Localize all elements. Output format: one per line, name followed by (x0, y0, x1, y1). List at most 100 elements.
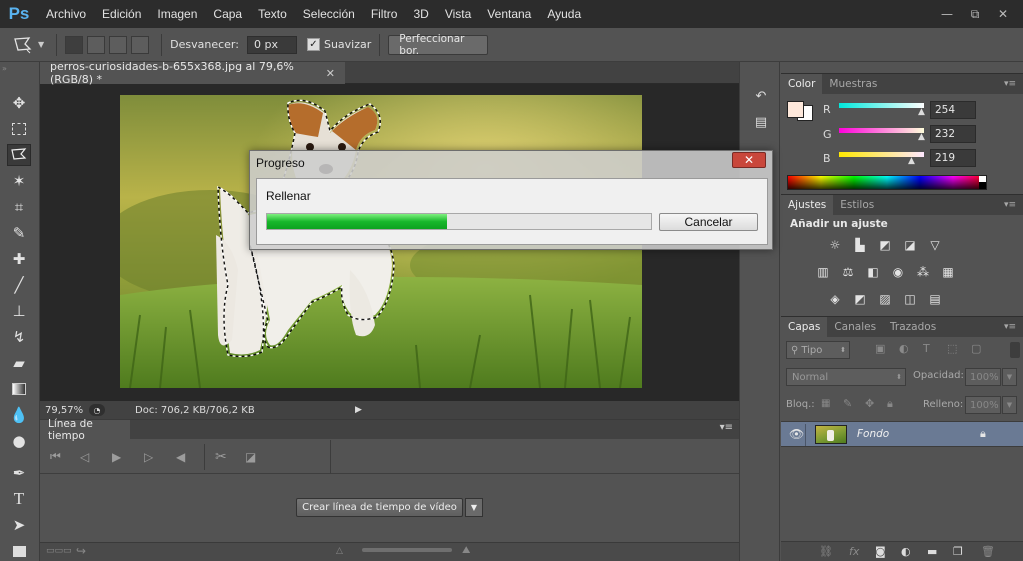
invert-icon[interactable]: ◈ (827, 292, 843, 306)
rectangle-tool-icon[interactable] (7, 540, 31, 561)
cancel-button[interactable]: Cancelar (659, 213, 758, 231)
lock-transparent-icon[interactable]: ▦ (821, 398, 830, 409)
eyedropper-tool-icon[interactable]: ✎ (7, 222, 31, 244)
tab-swatches[interactable]: Muestras (822, 74, 884, 94)
menu-item-3d[interactable]: 3D (405, 0, 436, 28)
lock-all-icon[interactable]: 🔒︎ (887, 397, 893, 411)
zoom-value[interactable]: 79,57% (45, 405, 89, 416)
tab-color[interactable]: Color (781, 74, 823, 94)
add-mask-icon[interactable]: ◙ (875, 545, 886, 558)
menu-item-filtro[interactable]: Filtro (363, 0, 406, 28)
dodge-tool-icon[interactable]: ● (7, 430, 31, 452)
tab-styles[interactable]: Estilos (833, 195, 881, 215)
intersect-selection-icon[interactable] (131, 35, 150, 54)
type-filter-icon[interactable]: T (923, 342, 930, 355)
new-selection-icon[interactable] (65, 35, 84, 54)
next-frame-icon[interactable]: ▷ (144, 450, 176, 464)
menu-item-edicion[interactable]: Edición (94, 0, 149, 28)
subtract-from-selection-icon[interactable] (109, 35, 128, 54)
close-window-button[interactable]: ✕ (989, 4, 1017, 24)
play-icon[interactable]: ▶ (112, 450, 144, 464)
g-slider-handle-icon[interactable]: ▲ (918, 132, 925, 142)
exposure-icon[interactable]: ◪ (902, 238, 918, 252)
timeline-tab[interactable]: Línea de tiempo (40, 418, 130, 442)
r-slider-track[interactable] (839, 103, 924, 108)
tab-adjustments[interactable]: Ajustes (781, 195, 834, 215)
path-selection-tool-icon[interactable]: ➤ (7, 514, 31, 536)
close-tab-icon[interactable]: ✕ (326, 67, 335, 80)
menu-item-capa[interactable]: Capa (205, 0, 250, 28)
color-balance-icon[interactable]: ⚖ (840, 265, 856, 279)
opacity-field[interactable]: 100% (965, 368, 1001, 386)
timeline-type-dropdown-icon[interactable]: ▼ (465, 498, 483, 517)
adjustment-filter-icon[interactable]: ◐ (899, 342, 909, 355)
g-slider-track[interactable] (839, 128, 924, 133)
tab-paths[interactable]: Trazados (883, 317, 943, 337)
link-layers-icon[interactable]: ⛓ (819, 545, 833, 558)
r-slider-handle-icon[interactable]: ▲ (918, 107, 925, 117)
eraser-tool-icon[interactable]: ▰ (7, 352, 31, 374)
vibrance-icon[interactable]: ▥ (815, 265, 831, 279)
opacity-dropdown-icon[interactable]: ▼ (1002, 368, 1017, 386)
menu-item-texto[interactable]: Texto (250, 0, 295, 28)
layers-panel-menu-icon[interactable]: ▾≡ (997, 317, 1023, 337)
dialog-close-button[interactable]: ✕ (732, 152, 766, 168)
b-value-field[interactable]: 219 (930, 149, 976, 167)
color-lookup-icon[interactable]: ▦ (940, 265, 956, 279)
polygonal-lasso-preset-icon[interactable] (8, 34, 38, 56)
add-to-selection-icon[interactable] (87, 35, 106, 54)
lock-position-icon[interactable]: ✥ (865, 397, 874, 410)
healing-brush-tool-icon[interactable]: ✚ (7, 248, 31, 270)
preset-chevron-down-icon[interactable]: ▼ (38, 40, 44, 49)
timeline-zoom-slider[interactable] (362, 548, 452, 552)
new-adjustment-layer-icon[interactable]: ◐ (901, 545, 911, 558)
restore-button[interactable]: ⧉ (961, 4, 989, 24)
threshold-icon[interactable]: ▨ (877, 292, 893, 306)
delete-layer-icon[interactable]: 🗑︎ (981, 545, 995, 558)
magic-wand-tool-icon[interactable]: ✶ (7, 170, 31, 192)
transition-icon[interactable]: ◪ (245, 450, 275, 464)
clone-stamp-tool-icon[interactable]: ⊥ (7, 300, 31, 322)
layer-name[interactable]: Fondo (857, 428, 889, 440)
b-slider-handle-icon[interactable]: ▲ (908, 156, 915, 166)
collapse-icon[interactable]: » (2, 64, 7, 73)
lock-pixels-icon[interactable]: ✎ (843, 397, 852, 410)
layer-filter-kind-select[interactable]: ⚲ Tipo ⬍ (786, 341, 850, 359)
posterize-icon[interactable]: ◩ (852, 292, 868, 306)
fill-dropdown-icon[interactable]: ▼ (1002, 396, 1017, 414)
layer-row[interactable]: 👁︎ Fondo 🔒︎ (781, 421, 1023, 447)
feather-input[interactable]: 0 px (246, 35, 297, 54)
tab-layers[interactable]: Capas (781, 317, 828, 337)
split-scissors-icon[interactable]: ✂ (215, 449, 245, 465)
adjustments-panel-menu-icon[interactable]: ▾≡ (997, 195, 1023, 215)
gradient-map-icon[interactable]: ▽ (927, 238, 943, 252)
menu-item-ayuda[interactable]: Ayuda (539, 0, 589, 28)
curves-icon[interactable]: ◩ (877, 238, 893, 252)
previous-frame-icon[interactable]: ◁ (80, 450, 112, 464)
menu-item-imagen[interactable]: Imagen (149, 0, 205, 28)
g-value-field[interactable]: 232 (930, 125, 976, 143)
color-spectrum-bar[interactable] (787, 175, 987, 190)
smooth-checkbox[interactable]: ✓ (306, 38, 320, 51)
brush-tool-icon[interactable]: ╱ (7, 274, 31, 296)
pen-tool-icon[interactable]: ✒ (7, 462, 31, 484)
channel-mixer-icon[interactable]: ⁂ (915, 265, 931, 279)
lasso-tool-icon[interactable] (7, 144, 31, 166)
zoom-out-timeline-icon[interactable]: △ (336, 546, 343, 556)
type-tool-icon[interactable]: T (7, 488, 31, 510)
status-menu-arrow-icon[interactable]: ▶ (355, 405, 362, 415)
foreground-color-swatch[interactable] (787, 101, 804, 118)
layer-style-icon[interactable]: fx (849, 545, 859, 558)
first-frame-icon[interactable]: ⏮ (50, 449, 80, 464)
pixel-filter-icon[interactable]: ▣ (875, 342, 885, 355)
refine-edge-button[interactable]: Perfeccionar bor. (388, 33, 489, 57)
menu-item-archivo[interactable]: Archivo (38, 0, 94, 28)
photo-filter-icon[interactable]: ◉ (890, 265, 906, 279)
document-tab[interactable]: perros-curiosidades-b-655x368.jpg al 79,… (40, 60, 345, 86)
new-group-icon[interactable]: ▬ (927, 545, 937, 558)
tab-channels[interactable]: Canales (827, 317, 883, 337)
zoom-in-timeline-icon[interactable]: ⛰ (462, 545, 470, 556)
r-value-field[interactable]: 254 (930, 101, 976, 119)
crop-tool-icon[interactable]: ⌗ (7, 196, 31, 218)
menu-item-vista[interactable]: Vista (437, 0, 479, 28)
